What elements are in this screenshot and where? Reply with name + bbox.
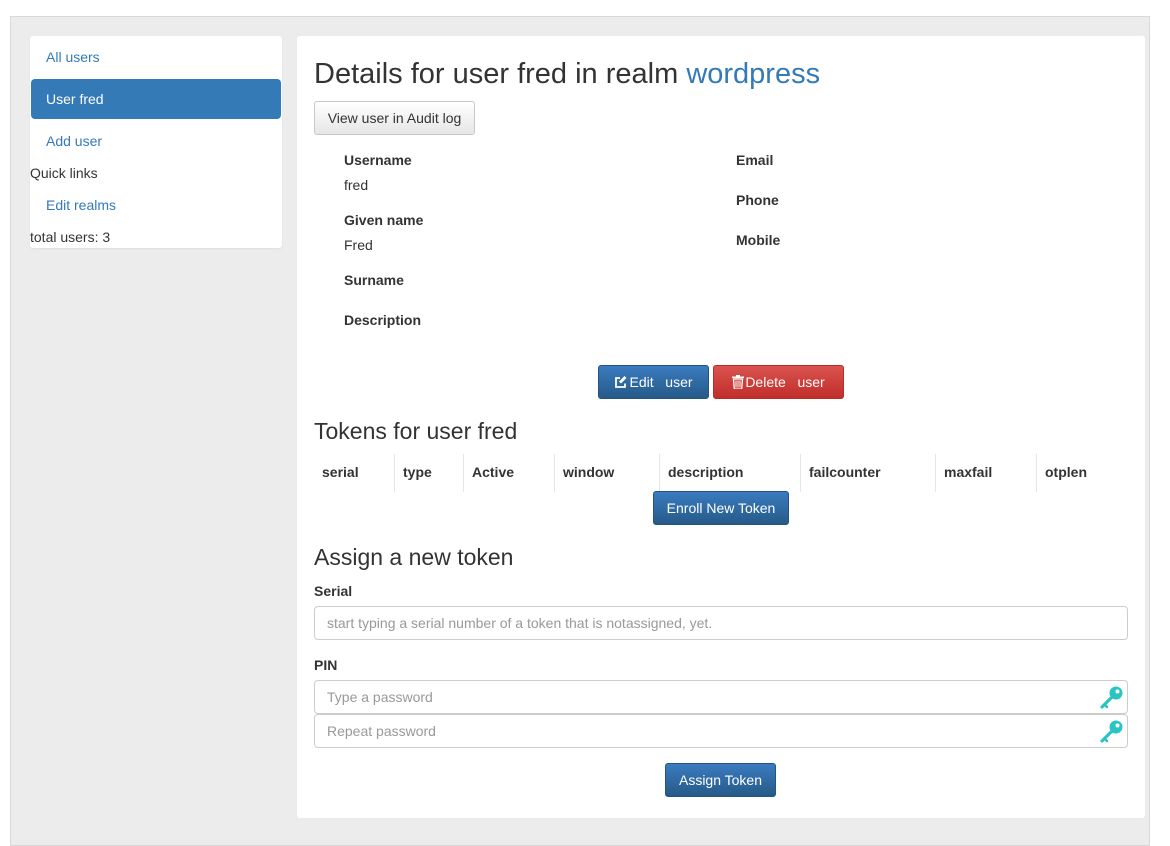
given-name-label: Given name [344, 212, 424, 228]
delete-user-button[interactable]: Delete user [713, 365, 844, 399]
key-icon[interactable] [1099, 684, 1125, 710]
column-header-type[interactable]: type [395, 464, 432, 492]
column-header-otplen[interactable]: otplen [1037, 464, 1087, 492]
serial-input[interactable] [314, 606, 1128, 640]
description-label: Description [344, 312, 422, 328]
column-header-window[interactable]: window [555, 464, 614, 492]
mobile-label: Mobile [736, 232, 781, 248]
edit-user-button[interactable]: Edit user [598, 365, 709, 399]
delete-user-label: Delete user [745, 374, 825, 390]
sidebar-item-add-user[interactable]: Add user [31, 121, 281, 161]
enroll-new-token-button[interactable]: Enroll New Token [653, 491, 789, 525]
column-header-description[interactable]: description [660, 464, 743, 492]
page-title: Details for user fred in realm wordpress [314, 58, 820, 91]
pin-label: PIN [314, 657, 338, 673]
email-label: Email [736, 152, 774, 168]
sidebar-item-user-fred[interactable]: User fred [31, 79, 281, 119]
title-prefix: Details for user fred in realm [314, 58, 679, 90]
phone-label: Phone [736, 192, 779, 208]
trash-icon [732, 368, 745, 400]
pin-repeat-input[interactable] [314, 714, 1128, 748]
sidebar-item-all-users[interactable]: All users [31, 37, 281, 77]
quick-links-heading: Quick links [30, 165, 98, 181]
main-panel: Details for user fred in realm wordpress… [297, 36, 1145, 818]
total-users-count: total users: 3 [30, 229, 111, 245]
edit-icon [614, 368, 628, 400]
edit-user-label: Edit user [629, 374, 693, 390]
username-label: Username [344, 152, 412, 168]
sidebar-item-edit-realms[interactable]: Edit realms [31, 185, 281, 225]
view-audit-log-button[interactable]: View user in Audit log [314, 101, 475, 135]
realm-link[interactable]: wordpress [686, 58, 820, 90]
column-header-serial[interactable]: serial [314, 464, 359, 492]
key-icon[interactable] [1099, 718, 1125, 744]
sidebar: All users User fred Add user Quick links… [30, 36, 282, 248]
assign-token-button[interactable]: Assign Token [665, 763, 776, 797]
pin-input[interactable] [314, 680, 1128, 714]
given-name-value: Fred [344, 237, 373, 253]
column-header-active[interactable]: Active [464, 464, 514, 492]
tokens-title: Tokens for user fred [314, 418, 518, 444]
serial-label: Serial [314, 583, 353, 599]
surname-label: Surname [344, 272, 404, 288]
username-value: fred [344, 177, 369, 193]
column-header-failcounter[interactable]: failcounter [801, 464, 881, 492]
column-header-maxfail[interactable]: maxfail [936, 464, 992, 492]
assign-token-title: Assign a new token [314, 544, 514, 570]
